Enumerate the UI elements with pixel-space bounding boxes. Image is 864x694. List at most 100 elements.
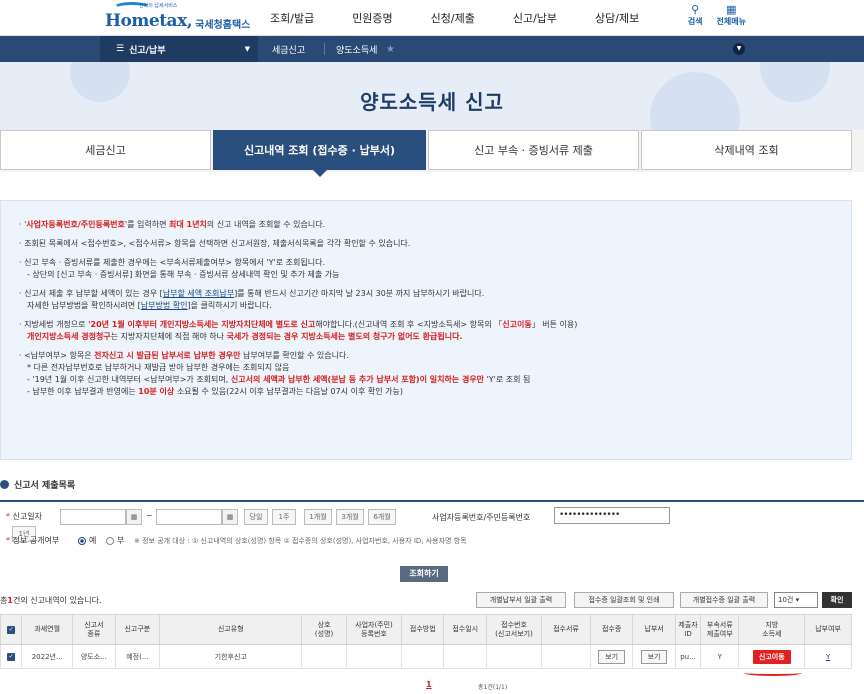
- notice-item: · 신고 부속 · 증빙서류를 제출한 경우에는 <부속서류제출여부> 항목에서…: [19, 258, 340, 279]
- period-1month-button[interactable]: 1개월: [304, 509, 332, 525]
- table-header-row: ✓ 과세연월 신고서 종류 신고구분 신고유형 상호 (성명) 사업자(주민) …: [0, 614, 852, 645]
- confirm-button[interactable]: 확인: [822, 592, 852, 608]
- id-label: 사업자등록번호/주민등록번호: [432, 513, 531, 522]
- print-payment-button[interactable]: 개별납부서 일괄 출력: [476, 592, 566, 608]
- end-date-input[interactable]: [156, 509, 222, 525]
- page-number[interactable]: 1: [426, 680, 432, 689]
- hamburger-icon: ☰: [116, 44, 125, 54]
- row-checkbox[interactable]: ✓: [0, 644, 23, 669]
- receipt-each-button[interactable]: 개별접수증 일괄 출력: [680, 592, 768, 608]
- cell-kind: 양도소...: [72, 644, 116, 669]
- page-banner: 양도소득세 신고: [0, 62, 864, 130]
- cell-local-tax: 신고이동: [738, 644, 806, 669]
- pay-method-link[interactable]: 납부방법 확인: [141, 301, 188, 310]
- nav-menu-label: 신고/납부: [129, 45, 166, 56]
- notice-item: · 조회된 목록에서 <접수번호>, <접수서류> 항목을 선택하면 신고서원장…: [19, 239, 411, 248]
- select-all-checkbox[interactable]: ✓: [0, 614, 23, 645]
- search-icon: ⚲: [691, 3, 700, 16]
- col-header: 사업자(주민) 등록번호: [345, 614, 403, 645]
- logo-subtext: 국세청홈택스: [195, 20, 251, 31]
- col-header: 부속서류 제출여부: [700, 614, 740, 645]
- col-header: 접수번호 (신고서보기): [485, 614, 543, 645]
- bullet-icon: [0, 480, 9, 489]
- view-payment-button[interactable]: 보기: [640, 649, 668, 664]
- cell-name: [301, 644, 347, 669]
- gnb-item-consult[interactable]: 상담/제보: [595, 10, 639, 26]
- cell-datetime: [443, 644, 487, 669]
- gnb-item-application[interactable]: 신청/제출: [431, 10, 475, 26]
- start-date-input[interactable]: [60, 509, 126, 525]
- search-button[interactable]: 조회하기: [400, 566, 448, 582]
- period-today-button[interactable]: 당일: [244, 509, 268, 525]
- search-tool[interactable]: ⚲ 검색: [688, 4, 703, 27]
- notice-item: · <납부여부> 항목은 전자신고 시 발급된 납부서로 납부한 경우만 납부여…: [19, 351, 531, 396]
- receipt-print-button[interactable]: 접수증 일괄조회 및 인쇄: [574, 592, 674, 608]
- favorite-star-icon[interactable]: ★: [386, 36, 395, 62]
- checkbox-checked-icon: ✓: [7, 626, 16, 634]
- calendar-icon[interactable]: ▦: [126, 509, 142, 525]
- notice-box: · '사업자등록번호/주민등록번호'를 입력하면 최대 1년치의 신고 내역을 …: [0, 200, 852, 460]
- header-tools: ⚲ 검색 ▦ 전체메뉴: [688, 4, 746, 27]
- tab-tax-filing[interactable]: 세금신고: [0, 130, 211, 170]
- page-info: 총1건(1/1): [478, 684, 508, 691]
- breadcrumb-item-capital-gains[interactable]: 양도소득세: [336, 36, 377, 62]
- gnb-item-certificate[interactable]: 민원증명: [352, 10, 392, 26]
- breadcrumb-item-tax[interactable]: 세금신고: [272, 36, 305, 62]
- notice-item: · '사업자등록번호/주민등록번호'를 입력하면 최대 1년치의 신고 내역을 …: [19, 220, 326, 229]
- cell-attach: Y: [700, 644, 740, 669]
- col-header: 신고유형: [159, 614, 303, 645]
- period-3month-button[interactable]: 3개월: [336, 509, 364, 525]
- section-title: 신고서 제출목록: [0, 478, 75, 491]
- col-header: 지방 소득세: [738, 614, 806, 645]
- local-tax-move-button[interactable]: 신고이동: [752, 649, 791, 664]
- page-title: 양도소득세 신고: [360, 90, 504, 114]
- tab-deleted-history[interactable]: 삭제내역 조회: [641, 130, 852, 170]
- col-header: 납부여부: [804, 614, 852, 645]
- cell-gubun: 예정(...: [114, 644, 161, 669]
- col-header: 접수일시: [443, 614, 487, 645]
- chevron-down-icon[interactable]: ▼: [733, 43, 745, 55]
- notice-item: · 신고서 제출 후 납부할 세액이 있는 경우 [납부할 세액 조회납부]를 …: [19, 289, 485, 310]
- logo-tagline: 전자의 납세서비스: [139, 3, 178, 9]
- col-header: 납부서: [632, 614, 676, 645]
- period-1week-button[interactable]: 1주: [272, 509, 296, 525]
- checkbox-checked-icon: ✓: [7, 653, 16, 661]
- cell-docs[interactable]: [541, 644, 591, 669]
- nav-menu-dropdown[interactable]: ☰ 신고/납부 ▼: [100, 36, 258, 62]
- hometax-logo[interactable]: 전자의 납세서비스 Hometax, 국세청홈택스: [105, 2, 251, 31]
- tab-filing-history[interactable]: 신고내역 조회 (접수증 · 납부서): [213, 130, 426, 177]
- gnb-item-inquiry[interactable]: 조회/발급: [270, 10, 314, 26]
- gnb-item-filing[interactable]: 신고/납부: [513, 10, 557, 26]
- col-header: 신고구분: [114, 614, 161, 645]
- allmenu-tool[interactable]: ▦ 전체메뉴: [717, 4, 746, 27]
- id-number-input[interactable]: ••••••••••••••: [554, 507, 670, 524]
- tab-bar: 세금신고 신고내역 조회 (접수증 · 납부서) 신고 부속 · 증빙서류 제출…: [0, 130, 864, 177]
- global-nav: 조회/발급 민원증명 신청/제출 신고/납부 상담/제보: [270, 10, 677, 26]
- col-header: 상호 (성명): [301, 614, 347, 645]
- date-label: * 신고일자: [6, 512, 42, 521]
- notice-item: · 지방세법 개정으로 '20년 1월 이후부터 개인지방소득세는 지방자치단체…: [19, 320, 578, 341]
- page-size-select[interactable]: 10건 ▾: [774, 592, 818, 608]
- col-header: 접수증: [589, 614, 634, 645]
- cell-type: 기한후신고: [159, 644, 303, 669]
- radio-checked-icon: [78, 536, 86, 545]
- calendar-icon[interactable]: ▦: [222, 509, 238, 525]
- caret-down-icon: ▼: [244, 45, 250, 53]
- search-form: * 신고일자 ▦ ~ ▦ 당일 1주 1개월 3개월 6개월 1년 사업자등록번…: [0, 500, 864, 560]
- col-header: 과세연월: [21, 614, 74, 645]
- tab-attachment-submit[interactable]: 신고 부속 · 증빙서류 제출: [428, 130, 639, 170]
- pay-tax-link[interactable]: 납부할 세액 조회납부: [163, 289, 234, 298]
- radio-unchecked-icon: [106, 536, 114, 545]
- view-receipt-button[interactable]: 보기: [598, 649, 626, 664]
- radio-no[interactable]: 부: [106, 535, 124, 546]
- cell-paid: Y: [804, 644, 852, 669]
- period-6month-button[interactable]: 6개월: [368, 509, 396, 525]
- paid-status-link[interactable]: Y: [826, 653, 830, 661]
- public-label: * 정보 공개여부: [6, 536, 60, 545]
- cell-payment: 보기: [632, 644, 676, 669]
- allmenu-label: 전체메뉴: [716, 17, 746, 26]
- cell-receipt-no[interactable]: [485, 644, 543, 669]
- radio-yes[interactable]: 예: [78, 535, 96, 546]
- breadcrumb-bar: ☰ 신고/납부 ▼ 세금신고 양도소득세 ★ ▼: [0, 36, 864, 62]
- table-row[interactable]: ✓ 2022년... 양도소... 예정(... 기한후신고 보기 보기 pu.…: [0, 644, 852, 669]
